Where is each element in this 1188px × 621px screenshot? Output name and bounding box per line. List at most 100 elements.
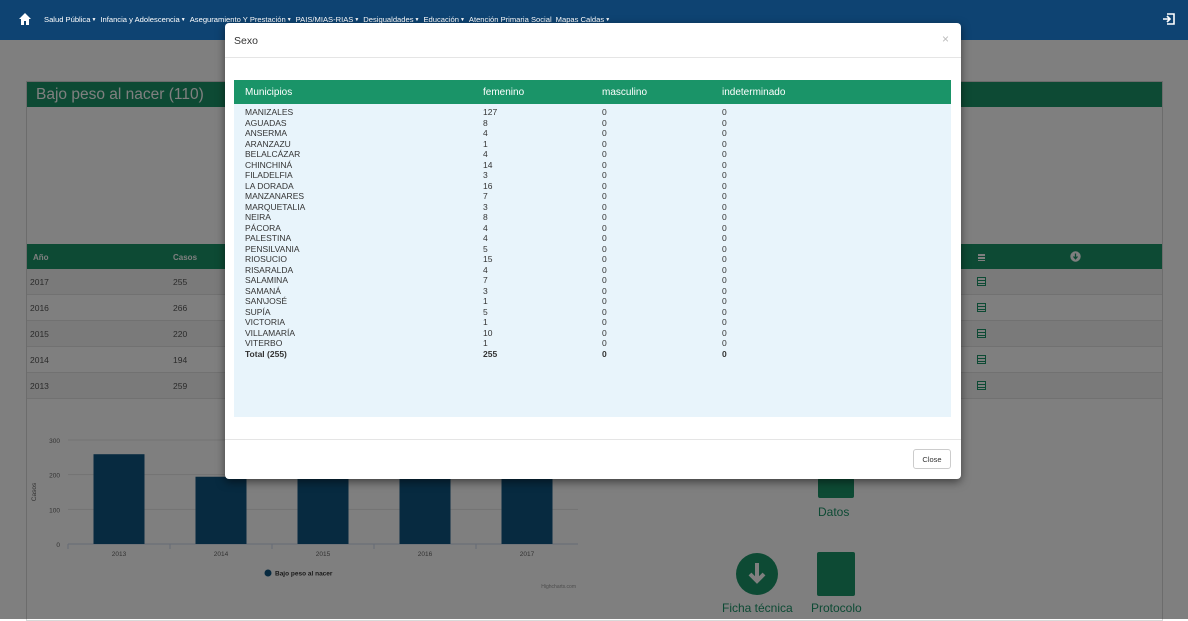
- cell-masculino: 0: [602, 296, 607, 306]
- cell-indeterminado: 0: [722, 117, 727, 128]
- cell-indeterminado: 0: [722, 128, 727, 138]
- cell-indeterminado: 0: [722, 243, 727, 254]
- table-row: AGUADAS 8 0 0: [234, 118, 951, 129]
- modal-title: Sexo: [234, 35, 258, 47]
- table-row: MARQUETALIA 3 0 0: [234, 202, 951, 213]
- header-masculino: masculino: [602, 87, 648, 98]
- nav-menu-item[interactable]: Infancia y Adolescencia▼: [100, 15, 185, 24]
- table-row: VILLAMARÍA 10 0 0: [234, 328, 951, 339]
- cell-municipio: SUPÍA: [245, 306, 271, 317]
- cell-indeterminado: 0: [722, 327, 727, 338]
- cell-masculino: 0: [602, 348, 607, 359]
- table-row: SALAMINA 7 0 0: [234, 275, 951, 286]
- cell-femenino: 1: [483, 338, 488, 348]
- cell-indeterminado: 0: [722, 107, 727, 117]
- cell-masculino: 0: [602, 128, 607, 138]
- municipios-table-header: Municipios femenino masculino indetermin…: [234, 80, 951, 104]
- cell-masculino: 0: [602, 338, 607, 348]
- cell-masculino: 0: [602, 107, 607, 117]
- cell-municipio: VICTORIA: [245, 317, 285, 327]
- cell-municipio: PÁCORA: [245, 222, 281, 233]
- cell-masculino: 0: [602, 191, 607, 201]
- cell-masculino: 0: [602, 159, 607, 170]
- cell-municipio: CHINCHINÁ: [245, 159, 293, 170]
- cell-femenino: 14: [483, 159, 493, 170]
- cell-indeterminado: 0: [722, 138, 727, 149]
- cell-masculino: 0: [602, 201, 607, 212]
- cell-masculino: 0: [602, 285, 607, 296]
- cell-femenino: 4: [483, 233, 488, 243]
- table-row: RIOSUCIO 15 0 0: [234, 254, 951, 265]
- cell-municipio: LA DORADA: [245, 180, 294, 191]
- modal-header-divider: [225, 57, 961, 58]
- cell-femenino: 4: [483, 149, 488, 159]
- cell-indeterminado: 0: [722, 264, 727, 275]
- cell-masculino: 0: [602, 317, 607, 327]
- cell-femenino: 10: [483, 327, 493, 338]
- logout-icon[interactable]: [1162, 12, 1176, 26]
- cell-femenino: 8: [483, 212, 488, 222]
- cell-indeterminado: 0: [722, 180, 727, 191]
- cell-femenino: 4: [483, 264, 488, 275]
- sexo-modal: Sexo × Municipios femenino masculino ind…: [225, 23, 961, 479]
- cell-municipio: SAMANÁ: [245, 285, 281, 296]
- cell-municipio: ANSERMA: [245, 128, 288, 138]
- cell-municipio: MANZANARES: [245, 191, 305, 201]
- cell-masculino: 0: [602, 138, 607, 149]
- cell-indeterminado: 0: [722, 170, 727, 180]
- cell-municipio: BELALCÁZAR: [245, 149, 301, 159]
- cell-indeterminado: 0: [722, 233, 727, 243]
- close-button[interactable]: Close: [913, 449, 951, 469]
- cell-femenino: 255: [483, 348, 498, 359]
- table-row: MANIZALES 127 0 0: [234, 107, 951, 118]
- cell-indeterminado: 0: [722, 159, 727, 170]
- municipios-table-body: MANIZALES 127 0 0 AGUADAS 8 0 0 ANSERMA 4 0 0 ARANZA…: [234, 107, 951, 359]
- cell-municipio: SALAMINA: [245, 275, 288, 285]
- cell-masculino: 0: [602, 327, 607, 338]
- cell-masculino: 0: [602, 243, 607, 254]
- cell-municipio: VILLAMARÍA: [245, 327, 296, 338]
- nav-menu-item[interactable]: Salud Pública▼: [44, 15, 96, 24]
- caret-down-icon: ▼: [180, 17, 186, 23]
- cell-femenino: 16: [483, 180, 493, 191]
- cell-indeterminado: 0: [722, 149, 727, 159]
- cell-indeterminado: 0: [722, 254, 727, 264]
- cell-femenino: 3: [483, 201, 488, 212]
- cell-indeterminado: 0: [722, 191, 727, 201]
- table-row: NEIRA 8 0 0: [234, 212, 951, 223]
- cell-municipio: ARANZAZU: [245, 138, 291, 149]
- cell-masculino: 0: [602, 233, 607, 243]
- table-row: CHINCHINÁ 14 0 0: [234, 160, 951, 171]
- nav-menu-label: Salud Pública: [44, 15, 91, 24]
- close-icon[interactable]: ×: [942, 32, 949, 46]
- cell-femenino: 127: [483, 107, 498, 117]
- cell-municipio: MARQUETALIA: [245, 201, 306, 212]
- cell-indeterminado: 0: [722, 222, 727, 233]
- table-row: PENSILVANIA 5 0 0: [234, 244, 951, 255]
- cell-masculino: 0: [602, 275, 607, 285]
- table-row: SAN\JOSÉ 1 0 0: [234, 296, 951, 307]
- municipios-table: Municipios femenino masculino indetermin…: [234, 80, 951, 417]
- cell-femenino: 1: [483, 317, 488, 327]
- cell-municipio: VITERBO: [245, 338, 283, 348]
- cell-indeterminado: 0: [722, 285, 727, 296]
- caret-down-icon: ▼: [91, 17, 97, 23]
- table-row: MANZANARES 7 0 0: [234, 191, 951, 202]
- table-row: RISARALDA 4 0 0: [234, 265, 951, 276]
- cell-masculino: 0: [602, 170, 607, 180]
- cell-indeterminado: 0: [722, 317, 727, 327]
- cell-municipio: AGUADAS: [245, 117, 287, 128]
- header-municipios: Municipios: [245, 87, 293, 98]
- home-icon[interactable]: [18, 12, 32, 26]
- cell-masculino: 0: [602, 264, 607, 275]
- cell-femenino: 4: [483, 128, 488, 138]
- nav-menu-label: Infancia y Adolescencia: [100, 15, 180, 24]
- cell-femenino: 5: [483, 306, 488, 317]
- cell-femenino: 4: [483, 222, 488, 233]
- cell-municipio: MANIZALES: [245, 107, 294, 117]
- table-row: VICTORIA 1 0 0: [234, 317, 951, 328]
- table-row: SUPÍA 5 0 0: [234, 307, 951, 318]
- cell-municipio: SAN\JOSÉ: [245, 296, 288, 306]
- cell-femenino: 7: [483, 191, 488, 201]
- table-row: LA DORADA 16 0 0: [234, 181, 951, 192]
